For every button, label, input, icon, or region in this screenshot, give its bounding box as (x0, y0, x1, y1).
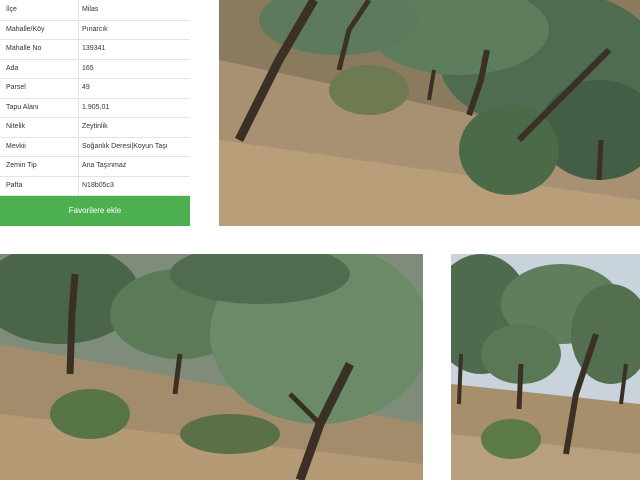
info-row-nitelik: Nitelik Zeytinlik (0, 117, 190, 138)
parcel-info-panel: İlçe Milas Mahalle/Köy Pınarcık Mahalle … (0, 0, 190, 226)
info-value: Pınarcık (82, 25, 108, 33)
add-to-favorites-button[interactable]: Favorilere ekle (0, 196, 190, 226)
info-row-zemin-tip: Zemin Tip Ana Taşınmaz (0, 156, 190, 177)
info-value: Milas (82, 6, 99, 13)
info-row-tapu-alani: Tapu Alanı 1.905,01 (0, 97, 190, 118)
olive-grove-photo-1[interactable] (219, 0, 640, 226)
info-value: N18b05c3 (82, 181, 114, 189)
info-value: Soğanlık Deresi|Koyun Taşı (82, 142, 168, 150)
info-label: Mevkii (6, 136, 79, 156)
info-label: Mahalle/Köy (6, 19, 79, 39)
info-label: Ada (6, 58, 79, 78)
info-row-mahalle-no: Mahalle No 139341 (0, 39, 190, 60)
info-value: Zeytinlik (82, 123, 108, 130)
info-row-pafta: Pafta N18b05c3 (0, 175, 190, 196)
info-label: Parsel (6, 78, 79, 97)
info-value: Ana Taşınmaz (82, 162, 127, 169)
info-row-mevkii: Mevkii Soğanlık Deresi|Koyun Taşı (0, 136, 190, 157)
info-label: Tapu Alanı (6, 97, 79, 117)
info-row-parsel: Parsel 49 (0, 78, 190, 99)
info-label: Zemin Tip (6, 156, 79, 175)
olive-grove-photo-2[interactable] (0, 254, 423, 480)
info-row-mahalle: Mahalle/Köy Pınarcık (0, 19, 190, 40)
info-label: Nitelik (6, 117, 79, 136)
info-value: 139341 (82, 45, 106, 52)
info-row-ada: Ada 165 (0, 58, 190, 79)
info-value: 1.905,01 (82, 103, 110, 111)
olive-grove-photo-3[interactable] (451, 254, 640, 480)
info-value: 49 (82, 84, 90, 91)
info-row-ilce: İlçe Milas (0, 0, 190, 21)
info-label: Mahalle No (6, 39, 79, 58)
info-value: 165 (82, 64, 94, 72)
info-label: Pafta (6, 175, 79, 195)
info-label: İlçe (6, 0, 79, 19)
